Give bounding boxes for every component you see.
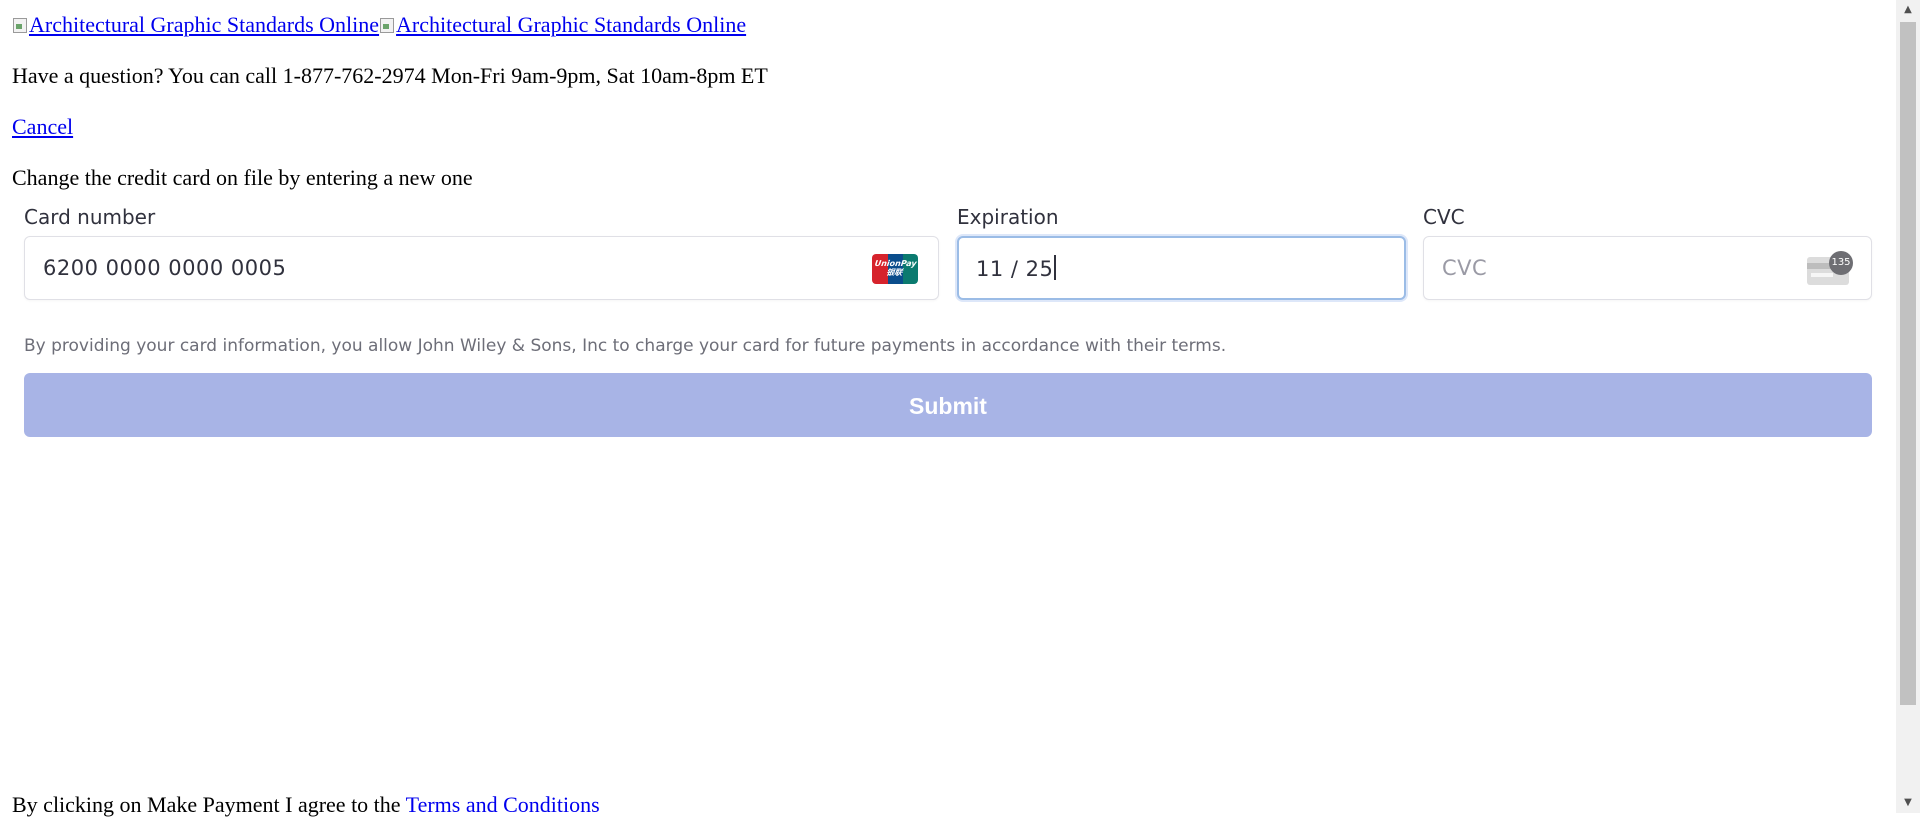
text-caret <box>1054 255 1057 280</box>
expiration-value-text: 11 / 25 <box>976 257 1054 281</box>
support-phone-text: Have a question? You can call 1-877-762-… <box>12 63 768 88</box>
cancel-link[interactable]: Cancel <box>12 114 73 140</box>
logo-alt-text: Architectural Graphic Standards Online <box>29 12 380 37</box>
card-number-value: 6200 0000 0000 0005 <box>43 256 287 280</box>
broken-image-icon <box>379 16 395 34</box>
logo-link[interactable]: Architectural Graphic Standards Online <box>12 12 379 37</box>
cvc-placeholder: CVC <box>1442 256 1488 280</box>
card-number-field[interactable]: 6200 0000 0000 0005 UnionPay 银联 <box>24 236 939 300</box>
cvc-field[interactable]: CVC 135 <box>1423 236 1872 300</box>
footer-terms-text: By clicking on Make Payment I agree to t… <box>12 792 401 817</box>
cvc-badge: 135 <box>1829 251 1853 275</box>
cvc-card-icon: 135 <box>1807 251 1853 285</box>
submit-button[interactable]: Submit <box>24 373 1872 437</box>
scroll-up-arrow-icon[interactable]: ▲ <box>1896 0 1920 20</box>
card-authorization-note: By providing your card information, you … <box>24 336 1227 356</box>
vertical-scrollbar[interactable]: ▲ ▼ <box>1896 0 1920 813</box>
logo-alt-text-secondary: Architectural Graphic Standards Online <box>396 12 747 37</box>
logo-row: Architectural Graphic Standards Online Ar… <box>12 12 746 38</box>
form-intro-text: Change the credit card on file by enteri… <box>12 165 473 190</box>
card-number-label: Card number <box>24 205 156 229</box>
unionpay-icon: UnionPay 银联 <box>872 254 918 284</box>
scroll-down-arrow-icon[interactable]: ▼ <box>1896 793 1920 813</box>
logo-link-secondary[interactable]: Architectural Graphic Standards Online <box>379 12 746 37</box>
broken-image-icon <box>12 16 28 34</box>
expiration-field[interactable]: 11 / 25 <box>957 236 1406 300</box>
terms-link[interactable]: Terms and Conditions <box>406 792 600 817</box>
expiration-label: Expiration <box>957 205 1059 229</box>
footer-terms: By clicking on Make Payment I agree to t… <box>12 792 600 818</box>
cvc-label: CVC <box>1423 205 1465 229</box>
scrollbar-thumb[interactable] <box>1900 22 1916 705</box>
expiration-value: 11 / 25 <box>976 255 1057 282</box>
page: Architectural Graphic Standards Online Ar… <box>0 0 1894 817</box>
unionpay-logo-text: UnionPay 银联 <box>874 259 918 277</box>
